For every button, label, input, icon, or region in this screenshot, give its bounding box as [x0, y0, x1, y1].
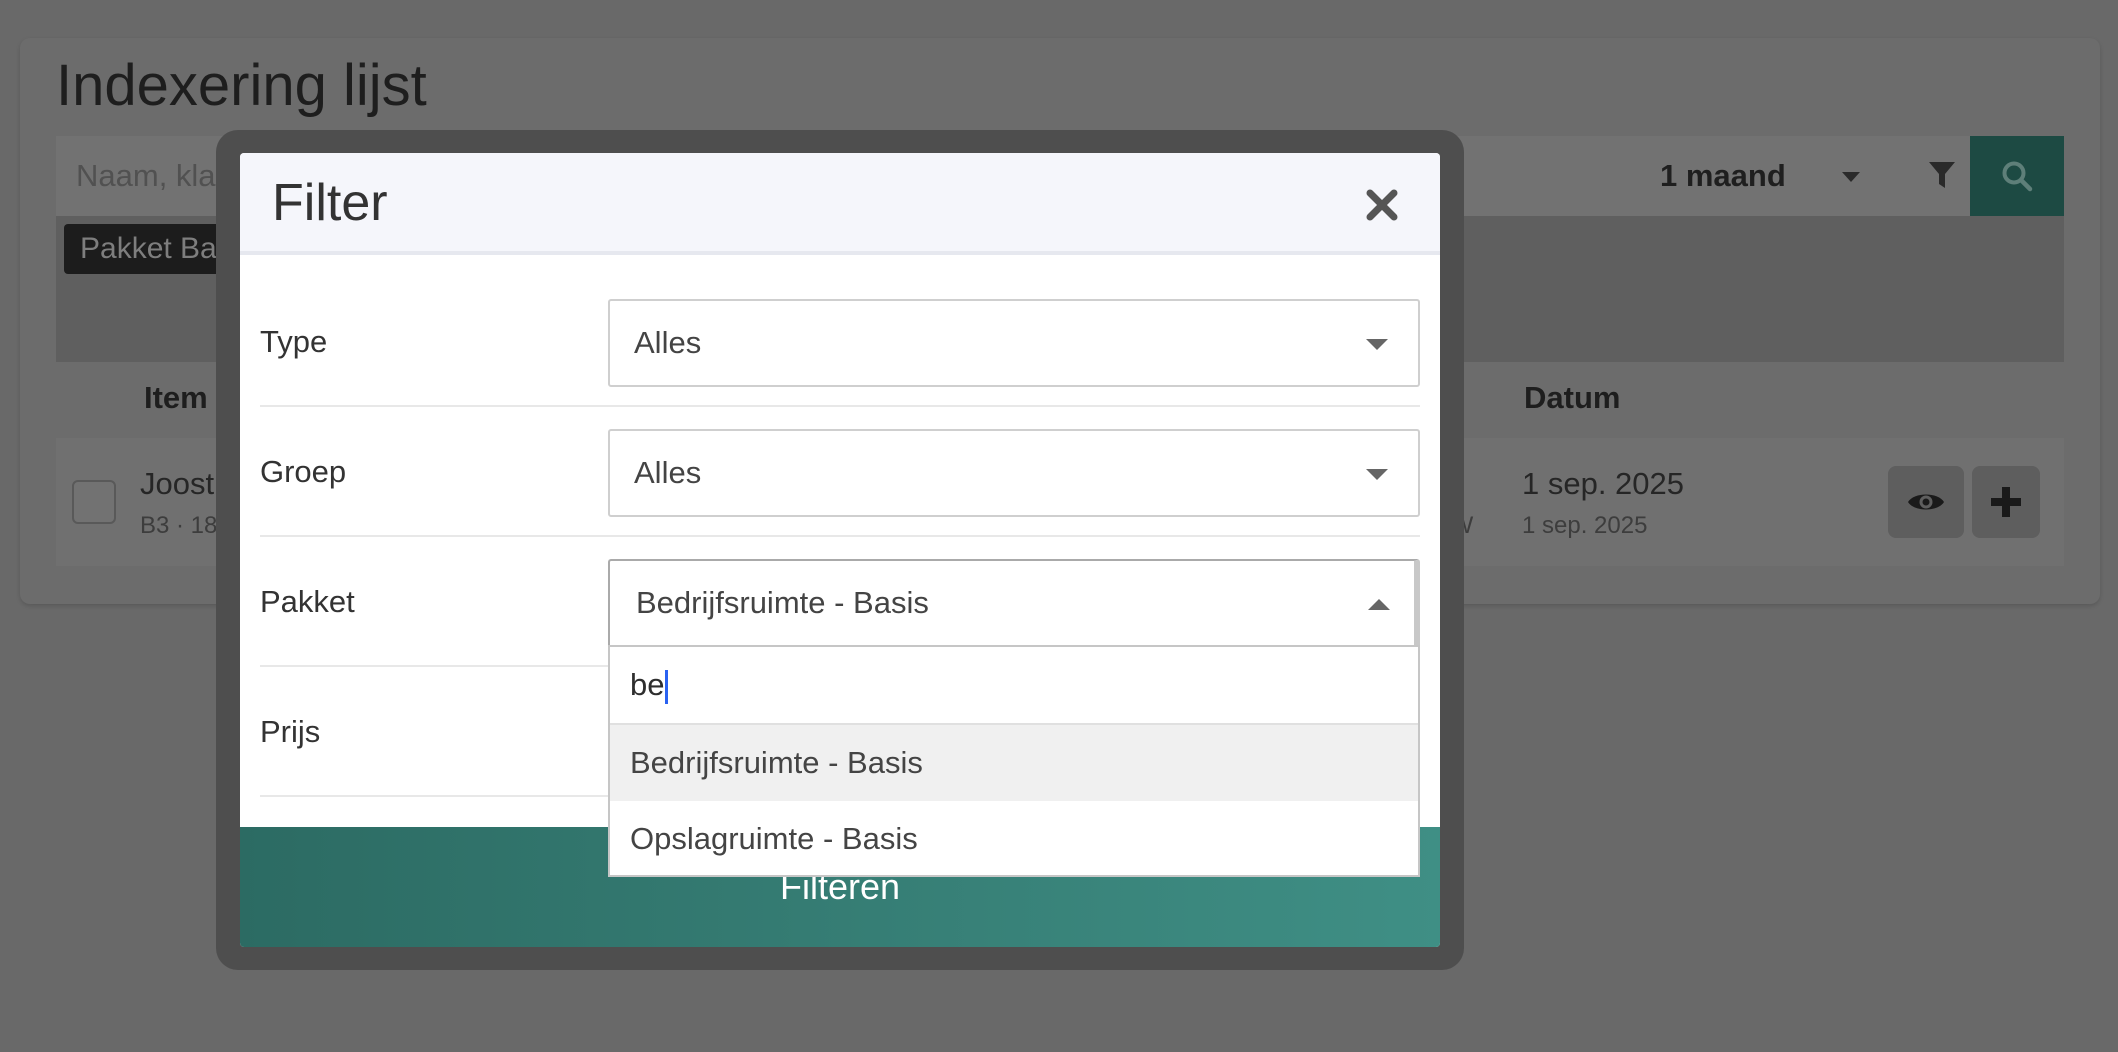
row-date: 1 sep. 2025 [1522, 466, 1685, 501]
group-label: Groep [260, 454, 347, 489]
dropdown-option[interactable]: Bedrijfsruimte - Basis [610, 725, 1418, 801]
period-select[interactable]: 1 maand [1660, 136, 1786, 216]
column-header-date[interactable]: Datum [1524, 380, 1620, 416]
type-label: Type [260, 324, 328, 359]
row-date-sub: 1 sep. 2025 [1522, 512, 1648, 539]
filter-icon [1929, 162, 1955, 188]
eye-icon [1908, 494, 1944, 510]
form-row-group: Groep Alles [260, 407, 1420, 537]
close-icon [1366, 189, 1398, 221]
add-button[interactable] [1972, 466, 2040, 538]
form-row-type: Type Alles [260, 277, 1420, 407]
type-select[interactable]: Alles [608, 299, 1420, 387]
filter-button[interactable] [1914, 136, 1970, 216]
group-select[interactable]: Alles [608, 429, 1420, 517]
row-checkbox[interactable] [72, 480, 116, 524]
package-dropdown: be Bedrijfsruimte - Basis Opslagruimte -… [608, 645, 1420, 877]
dropdown-option[interactable]: Opslagruimte - Basis [610, 801, 1418, 877]
chevron-down-icon [1366, 469, 1388, 480]
package-select-value: Bedrijfsruimte - Basis [636, 585, 929, 620]
close-button[interactable] [1360, 183, 1404, 227]
package-select[interactable]: Bedrijfsruimte - Basis [608, 559, 1420, 647]
group-select-value: Alles [634, 455, 702, 490]
dropdown-search-input[interactable]: be [610, 647, 1418, 725]
price-label: Prijs [260, 714, 321, 749]
view-button[interactable] [1888, 466, 1964, 538]
text-cursor [665, 669, 669, 704]
search-icon [2002, 161, 2033, 192]
modal-header: Filter [240, 153, 1440, 255]
type-select-value: Alles [634, 325, 702, 360]
dropdown-search-value: be [630, 667, 665, 702]
package-label: Pakket [260, 584, 355, 619]
chevron-down-icon [1366, 339, 1388, 350]
modal-title: Filter [272, 174, 388, 232]
column-header-item[interactable]: Item [144, 380, 208, 416]
page-title: Indexering lijst [56, 53, 427, 118]
plus-icon [1991, 487, 2021, 517]
chevron-down-icon [1842, 172, 1860, 182]
chevron-up-icon [1368, 599, 1390, 610]
search-button[interactable] [1970, 136, 2064, 216]
